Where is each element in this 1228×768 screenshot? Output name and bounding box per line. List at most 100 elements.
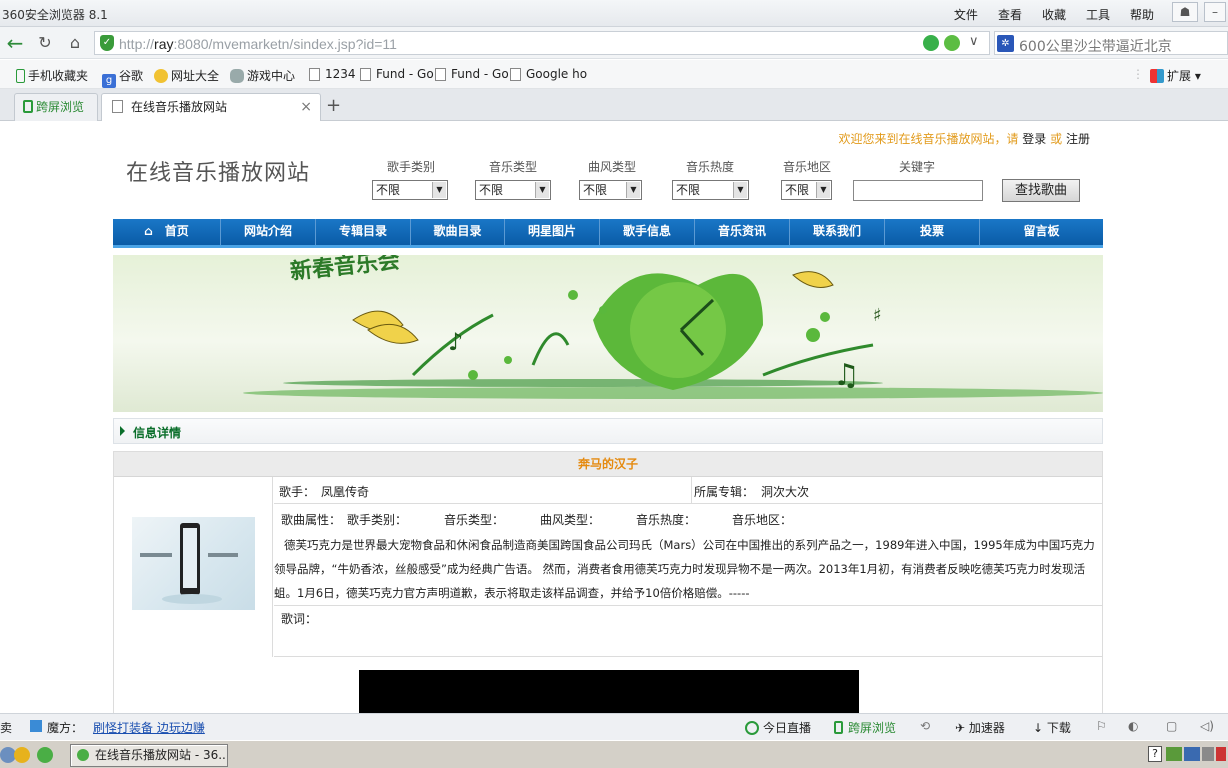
close-tab-icon[interactable]: × — [300, 94, 312, 120]
chevron-down-icon: ▼ — [626, 182, 640, 198]
nav-vote[interactable]: 投票 — [885, 219, 980, 245]
attr-style-type: 曲风类型： — [540, 513, 601, 527]
tab-strip: 跨屏浏览 在线音乐播放网站 × + — [0, 89, 1228, 122]
nav-songs[interactable]: 歌曲目录 — [411, 219, 505, 245]
page-icon — [112, 100, 123, 113]
help-icon[interactable]: ? — [1148, 746, 1162, 762]
accelerator-button[interactable]: ✈ 加速器 — [955, 719, 1005, 736]
music-type-select[interactable]: 不限 ▼ — [475, 180, 551, 200]
menu-favorites[interactable]: 收藏 — [1040, 4, 1068, 25]
browser-title-bar: 360安全浏览器 8.1 › 文件 查看 收藏 工具 帮助 ☗ – — [0, 0, 1228, 27]
refresh-icon[interactable]: ↻ — [34, 32, 56, 54]
register-link[interactable]: 注册 — [1066, 132, 1090, 146]
security-icon[interactable] — [923, 35, 939, 51]
attr-popularity: 音乐热度： — [636, 513, 697, 527]
phone-icon — [16, 69, 25, 83]
cross-screen-icon — [834, 721, 843, 734]
live-button[interactable]: 今日直播 — [745, 719, 811, 736]
welcome-text: 欢迎您来到在线音乐播放网站，请 登录 或 注册 — [838, 132, 1090, 146]
bookmark-sites[interactable]: 网址大全 — [154, 67, 219, 84]
extensions-button[interactable]: 扩展 ▾ — [1150, 67, 1201, 84]
magic-link[interactable]: 刷怪打装备 边玩边赚 — [93, 719, 205, 736]
window-title: 360安全浏览器 8.1 — [2, 8, 108, 22]
page-icon — [435, 68, 446, 81]
singer-type-select[interactable]: 不限 ▼ — [372, 180, 448, 200]
browser-360-icon[interactable] — [14, 747, 30, 763]
nav-contact[interactable]: 联系我们 — [790, 219, 885, 245]
bookmark-google-home[interactable]: Google ho — [510, 67, 587, 81]
page-content: 欢迎您来到在线音乐播放网站，请 登录 或 注册 在线音乐播放网站 歌手类别 音乐… — [0, 121, 1228, 713]
triangle-right-icon — [120, 426, 125, 436]
song-cover-image[interactable] — [132, 517, 255, 610]
history-icon[interactable]: ⟲ — [920, 719, 930, 733]
tray-icon[interactable] — [1166, 747, 1182, 761]
back-arrow-icon[interactable]: ← — [4, 32, 26, 54]
nav-guestbook[interactable]: 留言板 — [980, 219, 1103, 245]
singer-label: 歌手： — [279, 485, 316, 499]
menu-file[interactable]: 文件 — [952, 4, 980, 25]
album-label: 所属专辑： — [694, 485, 755, 499]
taskbar-task-music-site[interactable]: 在线音乐播放网站 - 36... — [70, 744, 228, 767]
nav-about[interactable]: 网站介绍 — [221, 219, 316, 245]
nav-news[interactable]: 音乐资讯 — [695, 219, 790, 245]
tray-icon[interactable] — [1202, 747, 1214, 761]
filter-label-region: 音乐地区 — [783, 160, 832, 174]
style-type-select[interactable]: 不限 ▼ — [579, 180, 642, 200]
cross-screen-button[interactable]: 跨屏浏览 — [834, 719, 896, 736]
new-tab-icon[interactable]: + — [326, 95, 341, 116]
nav-star-photos[interactable]: 明星图片 — [505, 219, 600, 245]
ie-icon[interactable] — [37, 747, 53, 763]
skin-icon[interactable]: ☗ — [1172, 2, 1198, 22]
download-button[interactable]: ↓ 下载 — [1033, 719, 1071, 736]
flag-icon[interactable]: ⚐ — [1096, 719, 1107, 733]
tray-icon[interactable] — [1184, 747, 1200, 761]
home-icon: ⌂ — [144, 224, 153, 238]
bookmark-mobile-favorites[interactable]: 手机收藏夹 — [16, 67, 88, 84]
browser-icon — [77, 749, 89, 761]
url-bar[interactable]: ✓ http://ray:8080/mvemarketn/sindex.jsp?… — [94, 31, 990, 55]
shield-icon: ✓ — [100, 35, 114, 51]
sound-icon[interactable]: ◁) — [1200, 719, 1214, 733]
compat-mode-icon[interactable] — [944, 35, 960, 51]
page-icon — [510, 68, 521, 81]
rocket-icon: ✈ — [955, 721, 966, 735]
chevron-down-icon: ▼ — [733, 182, 747, 198]
login-link[interactable]: 登录 — [1022, 132, 1046, 146]
keyword-input[interactable] — [853, 180, 983, 201]
song-title: 奔马的汉子 — [114, 452, 1102, 477]
lyrics-label: 歌词： — [281, 612, 318, 626]
menu-view[interactable]: 查看 — [996, 4, 1024, 25]
singer-album-row: 歌手： 凤凰传奇 所属专辑： 洞次大次 — [274, 477, 1102, 504]
attr-label: 歌曲属性： — [281, 513, 342, 527]
window-icon[interactable]: ▢ — [1166, 719, 1177, 733]
attr-singer-type: 歌手类别： — [347, 513, 408, 527]
menu-help[interactable]: 帮助 — [1128, 4, 1156, 25]
home-icon[interactable]: ⌂ — [64, 32, 86, 54]
tray-icon[interactable] — [1216, 747, 1226, 761]
search-song-button[interactable]: 查找歌曲 — [1002, 179, 1080, 202]
nav-home[interactable]: ⌂ 首页 — [113, 219, 221, 245]
info-header: 信息详情 — [113, 418, 1103, 444]
bookmark-fund-2[interactable]: Fund - Go — [435, 67, 509, 81]
song-attributes-row: 歌曲属性： 歌手类别： 音乐类型： 曲风类型： 音乐热度： 音乐地区： — [274, 504, 1102, 533]
tab-cross-screen[interactable]: 跨屏浏览 — [14, 93, 98, 121]
chevron-down-icon[interactable]: ∨ — [969, 34, 979, 49]
nav-singers[interactable]: 歌手信息 — [600, 219, 695, 245]
menu-tools[interactable]: 工具 — [1084, 4, 1112, 25]
region-select[interactable]: 不限 ▼ — [781, 180, 832, 200]
media-player[interactable] — [359, 670, 859, 713]
minimize-button[interactable]: – — [1204, 2, 1226, 22]
compat-icon[interactable]: ◐ — [1128, 719, 1138, 733]
magic-label: 魔方： — [47, 721, 84, 735]
nav-albums[interactable]: 专辑目录 — [316, 219, 411, 245]
popularity-select[interactable]: 不限 ▼ — [672, 180, 749, 200]
music-note-icon: ♯ — [873, 305, 882, 326]
bookmark-1234[interactable]: 1234 — [309, 67, 356, 81]
bookmark-games[interactable]: 游戏中心 — [230, 67, 295, 84]
bookmark-google[interactable]: g 谷歌 — [102, 67, 143, 88]
tab-music-site[interactable]: 在线音乐播放网站 × — [101, 93, 321, 122]
bookmark-fund-1[interactable]: Fund - Go — [360, 67, 434, 81]
search-input[interactable]: ✲ 600公里沙尘带逼近北京 — [994, 31, 1228, 55]
bookmarks-bar: 手机收藏夹 g 谷歌 网址大全 游戏中心 1234 Fund - Go Fund … — [0, 60, 1228, 89]
song-cover-cell — [114, 477, 273, 657]
